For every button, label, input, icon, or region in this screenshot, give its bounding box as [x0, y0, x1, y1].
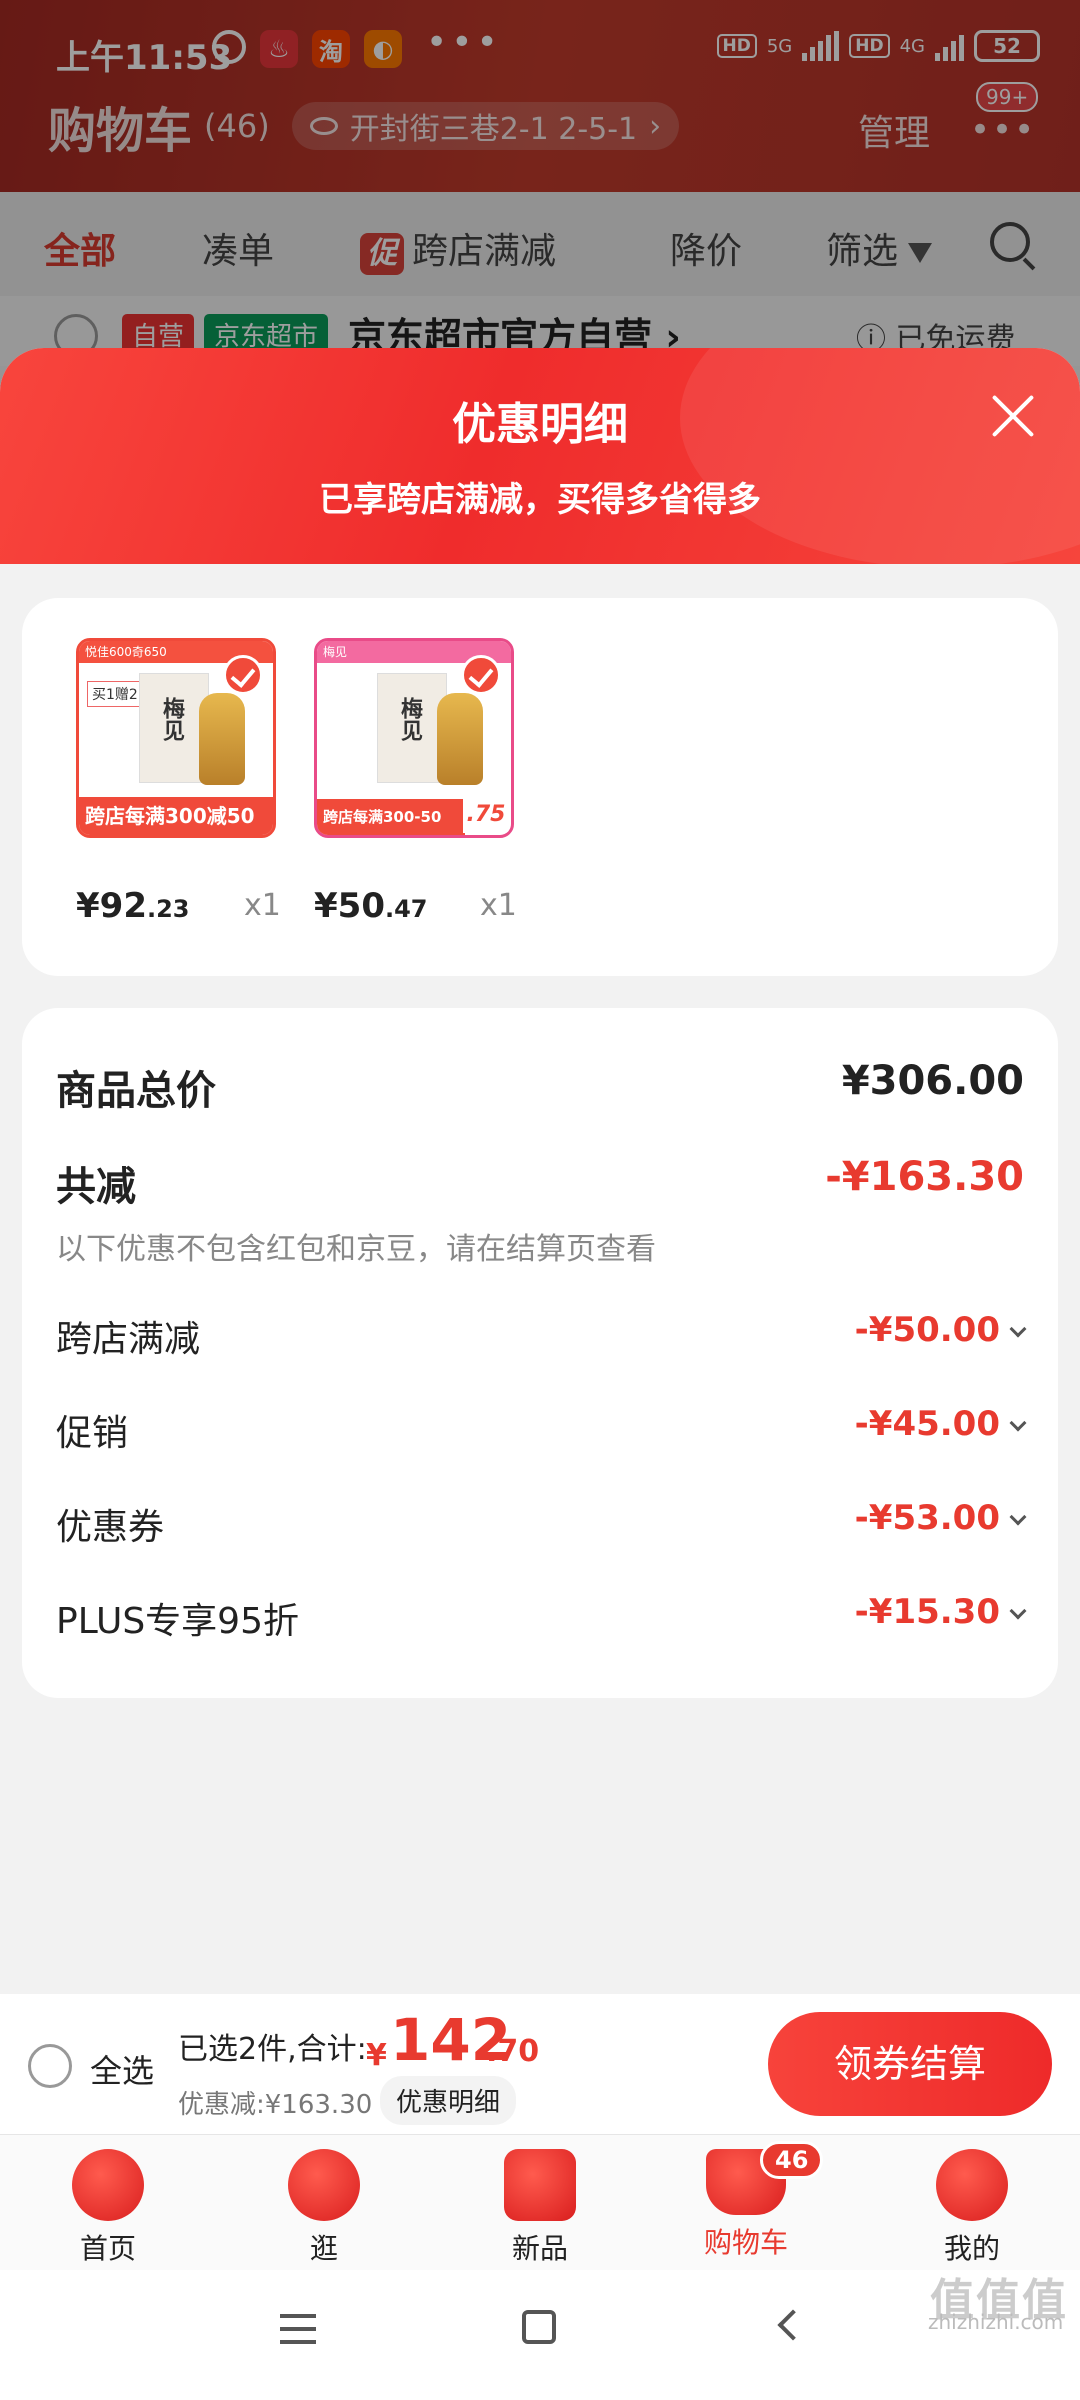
- selected-products-card: 悦佳600奇650 买1赠2 梅见 跨店每满300减50 ¥92.23 x1 梅…: [22, 598, 1058, 976]
- browse-icon: [288, 2149, 360, 2221]
- nav-home[interactable]: 首页: [28, 2149, 188, 2267]
- menu-icon[interactable]: [280, 2314, 316, 2344]
- product-price-tag: .75: [463, 797, 509, 833]
- product-quantity: x1: [244, 888, 281, 923]
- product-bottle-image: [199, 693, 245, 785]
- discount-item-label: 跨店满减: [56, 1319, 201, 1360]
- product-thumbnail[interactable]: 悦佳600奇650 买1赠2 梅见 跨店每满300减50: [76, 638, 276, 838]
- total-reduce-row: 共减 -¥163.30: [56, 1154, 1024, 1210]
- profile-icon: [936, 2149, 1008, 2221]
- total-price-value: ¥306.00: [841, 1058, 1024, 1104]
- product-quantity: x1: [480, 888, 517, 923]
- product-promo-strip: 跨店每满300减50: [79, 797, 273, 835]
- discount-item-label: PLUS专享95折: [56, 1601, 299, 1642]
- total-currency: ¥: [366, 2038, 387, 2073]
- product-price: ¥92.23: [76, 886, 190, 926]
- chevron-down-icon: [1009, 1414, 1027, 1432]
- discount-item-value: -¥45.00: [855, 1404, 1027, 1444]
- close-icon[interactable]: [988, 390, 1038, 440]
- discount-item-value: -¥15.30: [855, 1592, 1027, 1632]
- total-amount-decimal: .70: [486, 2034, 540, 2069]
- discount-item-value: -¥50.00: [855, 1310, 1027, 1350]
- chevron-down-icon: [1009, 1320, 1027, 1338]
- nav-browse[interactable]: 逛: [244, 2149, 404, 2267]
- product-bottle-image: [437, 693, 483, 785]
- discount-detail-sheet: 优惠明细 已享跨店满减，买得多省得多 悦佳600奇650 买1赠2 梅见 跨店每…: [0, 348, 1080, 1998]
- checkout-button[interactable]: 领券结算: [768, 2012, 1052, 2116]
- watermark-text: zhizhizhi.com: [928, 2310, 1064, 2334]
- discount-item-label: 促销: [56, 1413, 129, 1454]
- nav-cart[interactable]: 46 购物车: [666, 2141, 826, 2261]
- discount-item-row[interactable]: PLUS专享95折 -¥15.30: [56, 1592, 1027, 1642]
- product-thumbnail[interactable]: 梅见 梅见 跨店每满300-50 .75: [314, 638, 514, 838]
- product-promo-strip: 跨店每满300-50: [317, 799, 465, 835]
- product-box-text: 梅见: [159, 697, 184, 741]
- discount-detail-button[interactable]: 优惠明细: [380, 2076, 517, 2125]
- chevron-down-icon: [1009, 1508, 1027, 1526]
- total-reduce-label: 共减: [56, 1164, 136, 1210]
- select-all-checkbox[interactable]: [28, 2044, 72, 2088]
- total-price-label: 商品总价: [56, 1068, 216, 1114]
- product-price: ¥50.47: [314, 886, 428, 926]
- home-icon: [72, 2149, 144, 2221]
- nav-label: 我的: [943, 2232, 1000, 2265]
- nav-label: 首页: [79, 2232, 136, 2265]
- discount-summary: 优惠减:¥163.30: [178, 2090, 373, 2120]
- sheet-header: 优惠明细 已享跨店满减，买得多省得多: [0, 348, 1080, 568]
- check-icon: [461, 655, 501, 695]
- nav-label: 新品: [511, 2232, 568, 2265]
- chevron-down-icon: [1009, 1602, 1027, 1620]
- total-reduce-value: -¥163.30: [825, 1154, 1024, 1200]
- nav-label: 购物车: [703, 2226, 788, 2259]
- nav-profile[interactable]: 我的: [892, 2149, 1052, 2267]
- selected-info: 已选2件,合计:: [178, 2032, 367, 2067]
- back-icon[interactable]: [777, 2309, 809, 2341]
- discount-item-row[interactable]: 跨店满减 -¥50.00: [56, 1310, 1027, 1360]
- nav-label: 逛: [309, 2232, 338, 2265]
- select-all-label[interactable]: 全选: [90, 2046, 154, 2092]
- discount-note: 以下优惠不包含红包和京豆，请在结算页查看: [56, 1232, 656, 1267]
- bottom-navigation: 首页 逛 新品 46 购物车 我的: [0, 2134, 1080, 2270]
- gift-tag: 买1赠2: [87, 681, 143, 707]
- total-price-row: 商品总价 ¥306.00: [56, 1058, 1024, 1114]
- cart-badge: 46: [760, 2141, 824, 2179]
- system-navigation: [0, 2270, 1080, 2400]
- home-square-icon[interactable]: [522, 2310, 556, 2344]
- discount-item-label: 优惠券: [56, 1507, 165, 1548]
- checkout-bar: 全选 已选2件,合计: ¥ 142 .70 优惠减:¥163.30 优惠明细 领…: [0, 1994, 1080, 2134]
- price-breakdown-card: 商品总价 ¥306.00 共减 -¥163.30 以下优惠不包含红包和京豆，请在…: [22, 1008, 1058, 1698]
- nav-new[interactable]: 新品: [460, 2149, 620, 2267]
- sheet-title: 优惠明细: [452, 399, 628, 450]
- check-icon: [223, 655, 263, 695]
- new-icon: [504, 2149, 576, 2221]
- sheet-subtitle: 已享跨店满减，买得多省得多: [319, 480, 761, 520]
- discount-item-row[interactable]: 促销 -¥45.00: [56, 1404, 1027, 1454]
- product-box-text: 梅见: [397, 697, 422, 741]
- discount-item-row[interactable]: 优惠券 -¥53.00: [56, 1498, 1027, 1548]
- discount-item-value: -¥53.00: [855, 1498, 1027, 1538]
